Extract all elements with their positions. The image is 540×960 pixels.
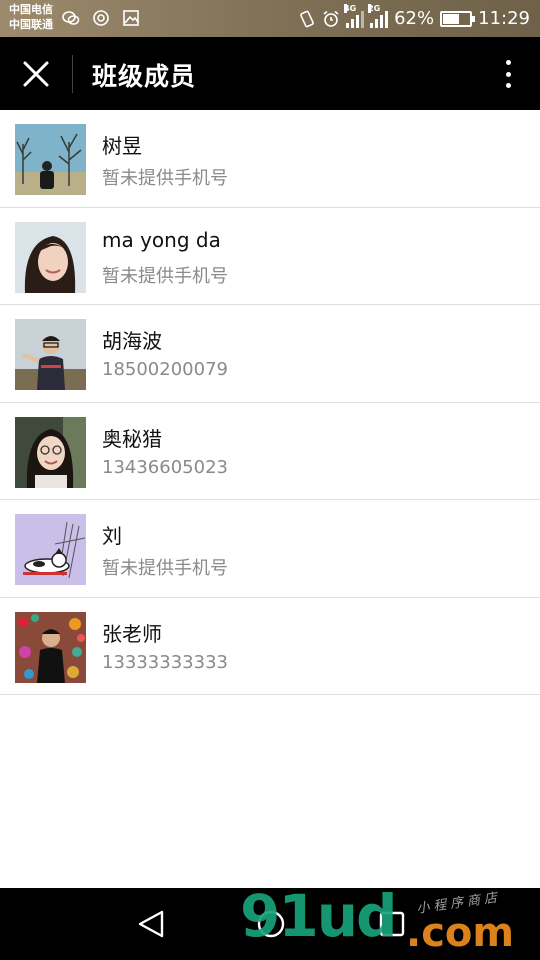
avatar-trees-person	[15, 124, 86, 195]
carrier-labels: 中国电信 中国联通	[9, 2, 53, 32]
member-phone: 暂未提供手机号	[102, 265, 228, 287]
avatar-cartoon-dog	[15, 514, 86, 585]
battery-icon	[440, 10, 476, 27]
title-bar: 班级成员	[0, 37, 540, 110]
close-icon	[23, 61, 49, 87]
member-row[interactable]: 胡海波 18500200079	[0, 305, 540, 403]
more-vertical-icon-dot	[505, 71, 511, 77]
clock: 11:29	[478, 8, 530, 29]
vibrate-icon	[300, 10, 314, 27]
member-row[interactable]: 张老师 13333333333	[0, 598, 540, 695]
signal-2g-icon: 2G	[368, 3, 389, 28]
carrier-2: 中国联通	[9, 18, 53, 31]
member-phone: 暂未提供手机号	[102, 558, 228, 579]
avatar-man-glasses	[15, 319, 86, 390]
carrier-1: 中国电信	[9, 3, 53, 16]
member-row[interactable]: 刘 暂未提供手机号	[0, 500, 540, 598]
network-4g-label: 4G	[344, 3, 357, 13]
avatar-woman-glasses	[15, 416, 86, 488]
network-2g-label: 2G	[368, 3, 381, 13]
avatar-person-colorful-wall	[15, 611, 86, 683]
status-right: 4G 2G 62% 11:29	[298, 0, 530, 37]
navigation-bar	[0, 888, 540, 960]
member-row[interactable]: 奥秘猎 13436605023	[0, 403, 540, 500]
home-circle-icon[interactable]	[256, 908, 286, 940]
member-row[interactable]: 树昱 暂未提供手机号	[0, 110, 540, 208]
title-divider	[72, 55, 73, 93]
member-name: ma yong da	[102, 227, 221, 252]
member-phone: 13333333333	[102, 651, 228, 673]
member-phone: 暂未提供手机号	[102, 168, 228, 189]
location-icon	[93, 10, 109, 26]
signal-4g-icon: 4G	[344, 3, 365, 28]
battery-percent: 62%	[394, 8, 435, 29]
close-button[interactable]	[18, 59, 54, 89]
member-name: 树昱	[102, 134, 142, 158]
alarm-icon	[323, 10, 339, 27]
member-name: 张老师	[102, 621, 162, 646]
more-vertical-icon-dot	[505, 83, 511, 88]
member-row[interactable]: ma yong da 暂未提供手机号	[0, 208, 540, 305]
status-bar: 中国电信 中国联通 4G 2G 62% 11:29	[0, 0, 540, 37]
more-options-button[interactable]	[502, 57, 514, 91]
more-vertical-icon-dot	[505, 60, 511, 65]
image-icon	[123, 10, 139, 26]
member-name: 刘	[102, 524, 122, 548]
notification-icons	[62, 9, 140, 27]
page-title: 班级成员	[92, 62, 197, 91]
member-name: 胡海波	[102, 329, 162, 353]
member-name: 奥秘猎	[102, 426, 162, 451]
wechat-icon	[62, 11, 80, 25]
back-triangle-icon[interactable]	[136, 908, 166, 940]
member-phone: 13436605023	[102, 456, 228, 478]
recent-square-icon[interactable]	[377, 908, 407, 940]
member-phone: 18500200079	[102, 359, 228, 380]
member-list: 树昱 暂未提供手机号 ma yong da 暂未提供手机号 胡海波 185002…	[0, 110, 540, 695]
avatar-girl-smiling	[15, 221, 86, 293]
